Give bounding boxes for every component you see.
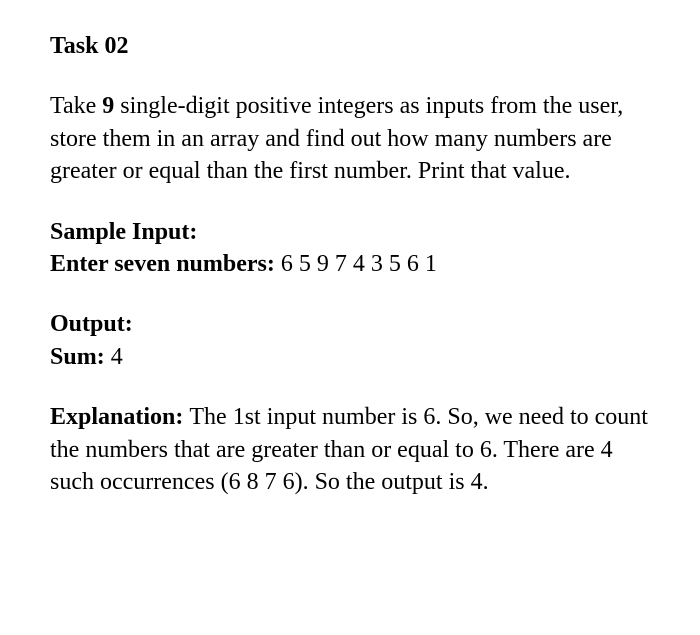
output-value: 4 xyxy=(111,344,123,370)
output-line: Sum: 4 xyxy=(50,341,650,373)
sample-input-heading: Sample Input: xyxy=(50,216,650,248)
description-pre: Take xyxy=(50,93,102,119)
description-post: single-digit positive integers as inputs… xyxy=(50,93,623,184)
output-heading: Output: xyxy=(50,308,650,340)
task-description: Take 9 single-digit positive integers as… xyxy=(50,90,650,187)
sample-input-values: 6 5 9 7 4 3 5 6 1 xyxy=(281,251,437,277)
explanation-block: Explanation: The 1st input number is 6. … xyxy=(50,401,650,498)
description-bold-number: 9 xyxy=(102,93,114,119)
task-title: Task 02 xyxy=(50,30,650,62)
output-block: Output: Sum: 4 xyxy=(50,308,650,373)
explanation-heading: Explanation: xyxy=(50,404,189,430)
output-label: Sum: xyxy=(50,344,111,370)
sample-input-block: Sample Input: Enter seven numbers: 6 5 9… xyxy=(50,216,650,281)
sample-input-prompt: Enter seven numbers: xyxy=(50,251,281,277)
sample-input-line: Enter seven numbers: 6 5 9 7 4 3 5 6 1 xyxy=(50,248,650,280)
